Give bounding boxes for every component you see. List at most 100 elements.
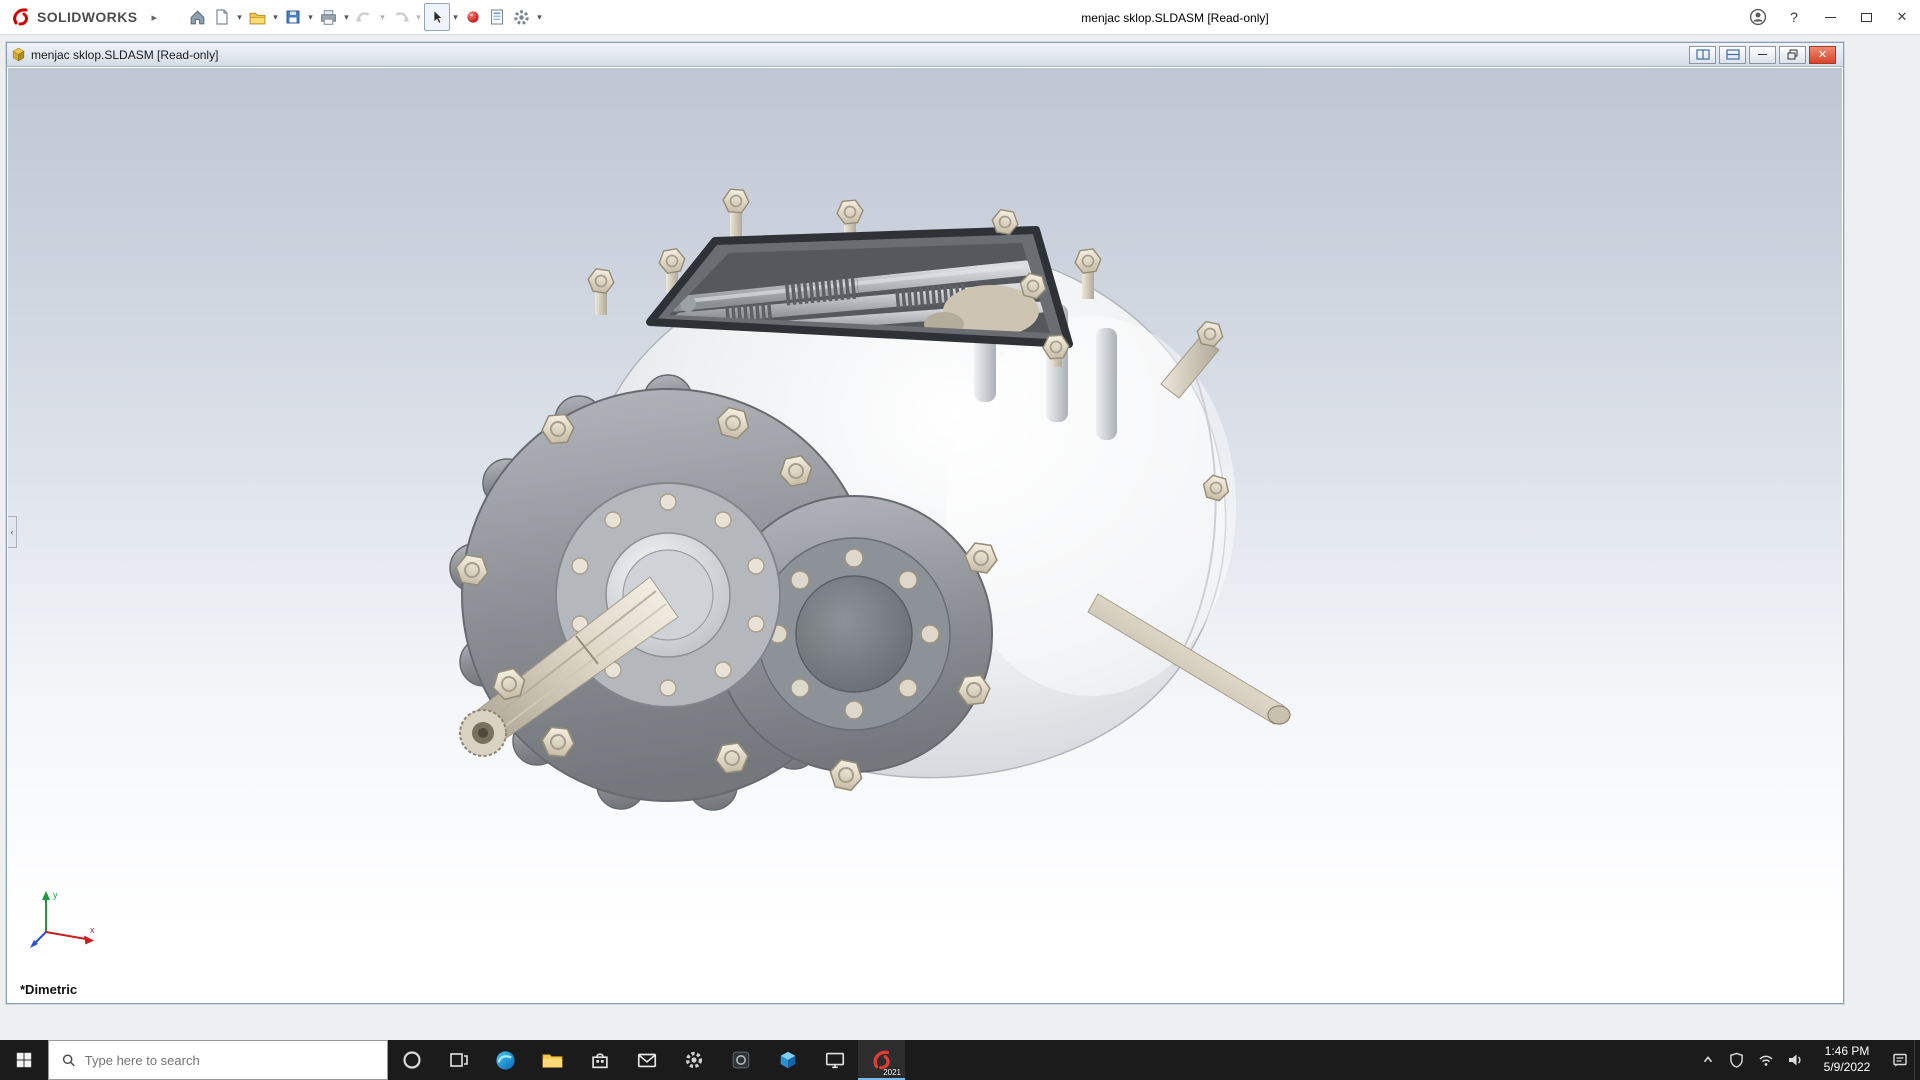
view-orientation-label: *Dimetric (20, 982, 78, 997)
taskbar-search-box[interactable] (48, 1040, 388, 1080)
triad-x-label: x (90, 925, 95, 935)
solidworks-logo: SOLIDWORKS (0, 6, 145, 28)
monitor-icon (825, 1052, 844, 1069)
close-button[interactable]: ✕ (1884, 0, 1920, 34)
chevron-up-icon (1703, 1056, 1712, 1063)
cascade-windows-icon (1695, 49, 1710, 60)
tile-windows-icon (1725, 49, 1740, 60)
chevron-down-icon[interactable]: ▾ (413, 12, 424, 23)
minimize-icon (1758, 54, 1767, 55)
chevron-down-icon[interactable]: ▾ (377, 12, 388, 23)
taskbar-clock[interactable]: 1:46 PM 5/9/2022 (1809, 1040, 1885, 1080)
document-title: menjac sklop.SLDASM [Read-only] (31, 47, 219, 62)
taskbar-item-cad-cube[interactable] (764, 1040, 811, 1080)
orientation-triad: y x (30, 890, 95, 948)
feature-tree-collapse-tab[interactable]: ‹ (8, 516, 17, 548)
maximize-button[interactable] (1848, 0, 1884, 34)
taskbar-item-edge[interactable] (482, 1040, 529, 1080)
user-account-icon (1749, 8, 1767, 26)
solidworks-logo-icon (13, 8, 29, 26)
triad-y-label: y (53, 890, 58, 900)
show-desktop-button[interactable] (1914, 1040, 1920, 1080)
taskbar-item-store[interactable] (576, 1040, 623, 1080)
undo-button[interactable] (352, 3, 377, 31)
solidworks-logo-text: SOLIDWORKS (37, 9, 138, 25)
print-icon (321, 9, 336, 25)
chevron-down-icon[interactable]: ▾ (234, 12, 245, 23)
search-input[interactable] (84, 1052, 375, 1068)
chevron-down-icon[interactable]: ▾ (305, 12, 316, 23)
home-button[interactable] (185, 3, 210, 31)
chevron-down-icon[interactable]: ▾ (534, 12, 545, 23)
red-sphere-icon (467, 11, 479, 23)
hidden-icons-button[interactable] (1693, 1040, 1722, 1080)
viewport-3d[interactable]: ‹ y x *Dimetric (8, 68, 1842, 1002)
taskbar-item-screen-capture[interactable] (717, 1040, 764, 1080)
open-button[interactable] (245, 3, 270, 31)
gear-icon (685, 1051, 702, 1069)
account-button[interactable] (1740, 0, 1776, 34)
print-button[interactable] (316, 3, 341, 31)
app-window-controls: ? ✕ (1740, 0, 1920, 34)
network-tray-item[interactable] (1751, 1040, 1780, 1080)
save-icon (286, 10, 300, 24)
store-bag-icon (591, 1053, 608, 1069)
doc-minimize-button[interactable] (1749, 45, 1776, 64)
quick-access-toolbar: ▾ ▾ ▾ ▾ ▾ ▾ ▾ ▾ (185, 3, 545, 31)
save-button[interactable] (281, 3, 305, 31)
gearbox-assembly-model[interactable] (426, 176, 1306, 836)
help-button[interactable]: ? (1776, 0, 1812, 34)
windows-logo-icon (16, 1052, 32, 1068)
home-icon (190, 9, 205, 24)
action-center-button[interactable] (1885, 1040, 1914, 1080)
select-tool-button[interactable] (423, 3, 450, 31)
shield-icon (1730, 1052, 1743, 1068)
toolbar-expand-arrow-icon[interactable]: ▸ (145, 11, 163, 24)
screen-capture-icon (732, 1051, 749, 1069)
assembly-document-icon (12, 47, 25, 62)
start-button[interactable] (0, 1040, 48, 1080)
app-titlebar: SOLIDWORKS ▸ ▾ ▾ ▾ ▾ ▾ ▾ ▾ ▾ menjac sklo… (0, 0, 1920, 35)
notification-icon (1892, 1053, 1907, 1067)
chevron-down-icon[interactable]: ▾ (270, 12, 281, 23)
maximize-icon (1860, 12, 1872, 22)
input-shaft-bore-center (478, 728, 488, 738)
select-cursor-icon (433, 9, 444, 24)
taskbar-item-settings[interactable] (670, 1040, 717, 1080)
doc-restore-button[interactable] (1779, 45, 1806, 64)
tile-windows-button[interactable] (1719, 45, 1746, 64)
side-cover-center (795, 575, 913, 693)
file-properties-button[interactable] (485, 3, 509, 31)
cascade-windows-button[interactable] (1689, 45, 1716, 64)
clock-date: 5/9/2022 (1823, 1060, 1871, 1074)
minimize-button[interactable] (1812, 0, 1848, 34)
chevron-down-icon[interactable]: ▾ (450, 12, 461, 23)
taskbar-item-cortana[interactable] (388, 1040, 435, 1080)
chevron-down-icon[interactable]: ▾ (341, 12, 352, 23)
doc-close-button[interactable]: ✕ (1809, 45, 1836, 64)
new-document-button[interactable] (210, 3, 234, 31)
3d-cube-icon (780, 1051, 795, 1069)
defender-tray-item[interactable] (1722, 1040, 1751, 1080)
taskbar-item-solidworks[interactable]: 2021 (858, 1040, 905, 1080)
taskbar-item-display[interactable] (811, 1040, 858, 1080)
output-shaft-end (1267, 705, 1291, 725)
mail-envelope-icon (637, 1053, 656, 1068)
document-window: menjac sklop.SLDASM [Read-only] ✕ ‹ y x … (6, 42, 1844, 1004)
undo-icon (356, 11, 370, 22)
volume-tray-item[interactable] (1780, 1040, 1809, 1080)
restore-icon (1787, 49, 1797, 60)
new-document-icon (216, 9, 228, 25)
options-button[interactable] (509, 3, 534, 31)
task-view-icon (449, 1053, 468, 1067)
redo-button[interactable] (388, 3, 413, 31)
3dexperience-button[interactable] (461, 3, 485, 31)
solidworks-version-badge: 2021 (883, 1068, 901, 1077)
document-titlebar[interactable]: menjac sklop.SLDASM [Read-only] ✕ (7, 43, 1843, 67)
taskbar-item-file-explorer[interactable] (529, 1040, 576, 1080)
taskbar-item-task-view[interactable] (435, 1040, 482, 1080)
search-icon (62, 1054, 75, 1067)
taskbar-item-mail[interactable] (623, 1040, 670, 1080)
gear-icon (514, 9, 529, 25)
open-folder-icon (249, 12, 266, 24)
